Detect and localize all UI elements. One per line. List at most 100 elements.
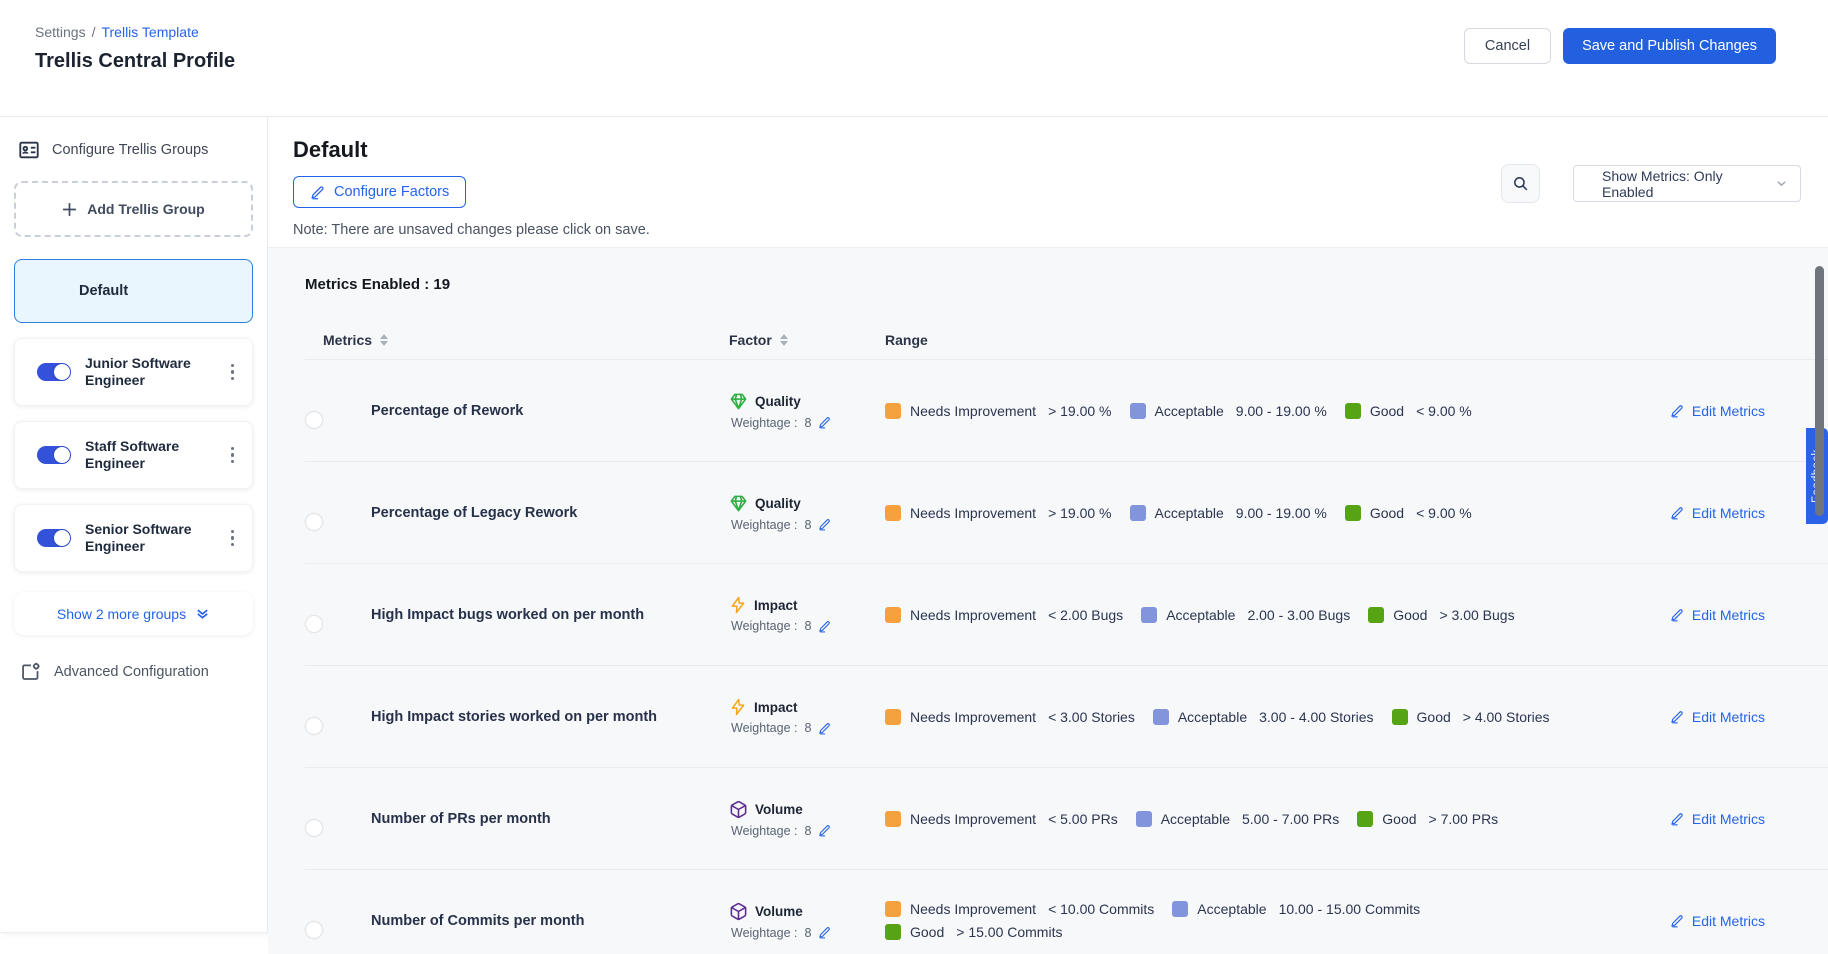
range-level: Acceptable: [1155, 505, 1224, 521]
edit-metrics-label: Edit Metrics: [1692, 811, 1765, 827]
range-value: > 3.00 Bugs: [1439, 607, 1514, 623]
weightage-value: 8: [804, 926, 811, 940]
trellis-groups-icon: [18, 139, 40, 161]
range-level: Needs Improvement: [910, 505, 1036, 521]
range-value: 10.00 - 15.00 Commits: [1279, 901, 1421, 917]
range-chip: Acceptable 9.00 - 19.00 %: [1130, 403, 1327, 419]
range-level: Good: [1382, 811, 1416, 827]
kebab-menu-icon[interactable]: [225, 441, 241, 470]
bolt-factor-icon: [729, 698, 747, 716]
range-value: < 5.00 PRs: [1048, 811, 1118, 827]
range-swatch: [885, 901, 901, 917]
edit-metrics-button[interactable]: Edit Metrics: [1670, 709, 1765, 725]
cube-factor-icon: [729, 902, 748, 921]
breadcrumb-settings[interactable]: Settings: [35, 24, 86, 40]
edit-metrics-button[interactable]: Edit Metrics: [1670, 811, 1765, 827]
edit-metrics-button[interactable]: Edit Metrics: [1670, 913, 1765, 929]
show-metrics-dropdown[interactable]: Show Metrics: Only Enabled: [1573, 165, 1801, 202]
group-toggle[interactable]: [37, 529, 71, 547]
factor-name: Quality: [755, 496, 801, 511]
weightage-value: 8: [804, 518, 811, 532]
group-card-1[interactable]: Junior Software Engineer: [14, 338, 253, 406]
metric-name: Number of Commits per month: [371, 913, 729, 929]
range-chip: Good > 4.00 Stories: [1392, 709, 1550, 725]
range-level: Acceptable: [1155, 403, 1224, 419]
edit-weightage-icon[interactable]: [818, 416, 831, 429]
group-card-3[interactable]: Senior Software Engineer: [14, 504, 253, 572]
range-chip: Good < 9.00 %: [1345, 403, 1472, 419]
range-swatch: [1130, 505, 1146, 521]
search-button[interactable]: [1501, 164, 1540, 203]
weightage-label: Weightage :: [731, 518, 797, 532]
edit-metrics-label: Edit Metrics: [1692, 403, 1765, 419]
edit-weightage-icon[interactable]: [818, 620, 831, 633]
range-value: > 19.00 %: [1048, 505, 1111, 521]
search-icon: [1512, 175, 1529, 192]
range-value: < 3.00 Stories: [1048, 709, 1135, 725]
range-cell: Needs Improvement < 10.00 Commits Accept…: [885, 901, 1600, 940]
group-toggle[interactable]: [37, 363, 71, 381]
factor-name: Volume: [755, 802, 803, 817]
metric-row: Percentage of Legacy Rework Quality Weig…: [305, 461, 1828, 563]
group-toggle[interactable]: [37, 446, 71, 464]
weightage-value: 8: [804, 824, 811, 838]
save-and-publish-button[interactable]: Save and Publish Changes: [1563, 28, 1776, 64]
edit-weightage-icon[interactable]: [818, 722, 831, 735]
range-swatch: [1153, 709, 1169, 725]
metric-name: Percentage of Rework: [371, 403, 729, 419]
weightage-value: 8: [804, 721, 811, 735]
edit-metrics-label: Edit Metrics: [1692, 709, 1765, 725]
group-card-2[interactable]: Staff Software Engineer: [14, 421, 253, 489]
weightage-label: Weightage :: [731, 721, 797, 735]
range-swatch: [1357, 811, 1373, 827]
metrics-enabled-count: Metrics Enabled : 19: [305, 248, 1828, 293]
sort-metrics-icon[interactable]: [380, 334, 388, 346]
range-value: 9.00 - 19.00 %: [1236, 403, 1327, 419]
metric-name: Number of PRs per month: [371, 811, 729, 827]
range-chip: Needs Improvement < 5.00 PRs: [885, 811, 1118, 827]
factor-name: Volume: [755, 904, 803, 919]
range-level: Good: [1417, 709, 1451, 725]
metric-name: High Impact bugs worked on per month: [371, 607, 729, 623]
edit-metrics-label: Edit Metrics: [1692, 607, 1765, 623]
group-name: Junior Software Engineer: [85, 355, 211, 390]
range-value: 2.00 - 3.00 Bugs: [1247, 607, 1350, 623]
range-swatch: [885, 811, 901, 827]
edit-weightage-icon[interactable]: [818, 518, 831, 531]
edit-weightage-icon[interactable]: [818, 824, 831, 837]
weightage-label: Weightage :: [731, 824, 797, 838]
range-swatch: [885, 709, 901, 725]
edit-weightage-icon[interactable]: [818, 926, 831, 939]
edit-metrics-button[interactable]: Edit Metrics: [1670, 505, 1765, 521]
show-more-groups-button[interactable]: Show 2 more groups: [14, 592, 253, 635]
breadcrumb-separator: /: [92, 24, 96, 40]
column-header-metrics: Metrics: [323, 332, 372, 348]
weightage-value: 8: [804, 619, 811, 633]
show-metrics-dropdown-value: Show Metrics: Only Enabled: [1602, 168, 1775, 200]
range-chip: Good < 9.00 %: [1345, 505, 1472, 521]
advanced-configuration-icon: [20, 661, 41, 682]
edit-metrics-button[interactable]: Edit Metrics: [1670, 403, 1765, 419]
sort-factor-icon[interactable]: [780, 334, 788, 346]
kebab-menu-icon[interactable]: [225, 524, 241, 553]
edit-icon: [1670, 710, 1684, 724]
range-level: Acceptable: [1161, 811, 1230, 827]
edit-metrics-button[interactable]: Edit Metrics: [1670, 607, 1765, 623]
range-swatch: [885, 607, 901, 623]
advanced-configuration-button[interactable]: Advanced Configuration: [20, 661, 253, 682]
configure-factors-button[interactable]: Configure Factors: [293, 176, 466, 208]
configure-trellis-groups-label: Configure Trellis Groups: [52, 142, 208, 158]
vertical-scrollbar[interactable]: [1815, 266, 1824, 516]
range-chip: Needs Improvement < 3.00 Stories: [885, 709, 1135, 725]
range-chip: Needs Improvement > 19.00 %: [885, 505, 1112, 521]
range-value: > 15.00 Commits: [956, 924, 1062, 940]
kebab-menu-icon[interactable]: [225, 358, 241, 387]
breadcrumb-trellis-template[interactable]: Trellis Template: [101, 24, 198, 40]
group-card-default[interactable]: Default: [14, 259, 253, 323]
edit-metrics-label: Edit Metrics: [1692, 505, 1765, 521]
range-level: Needs Improvement: [910, 403, 1036, 419]
add-trellis-group-button[interactable]: Add Trellis Group: [14, 181, 253, 237]
double-chevron-down-icon: [195, 606, 210, 621]
cancel-button[interactable]: Cancel: [1464, 28, 1551, 64]
show-more-groups-label: Show 2 more groups: [57, 606, 186, 622]
